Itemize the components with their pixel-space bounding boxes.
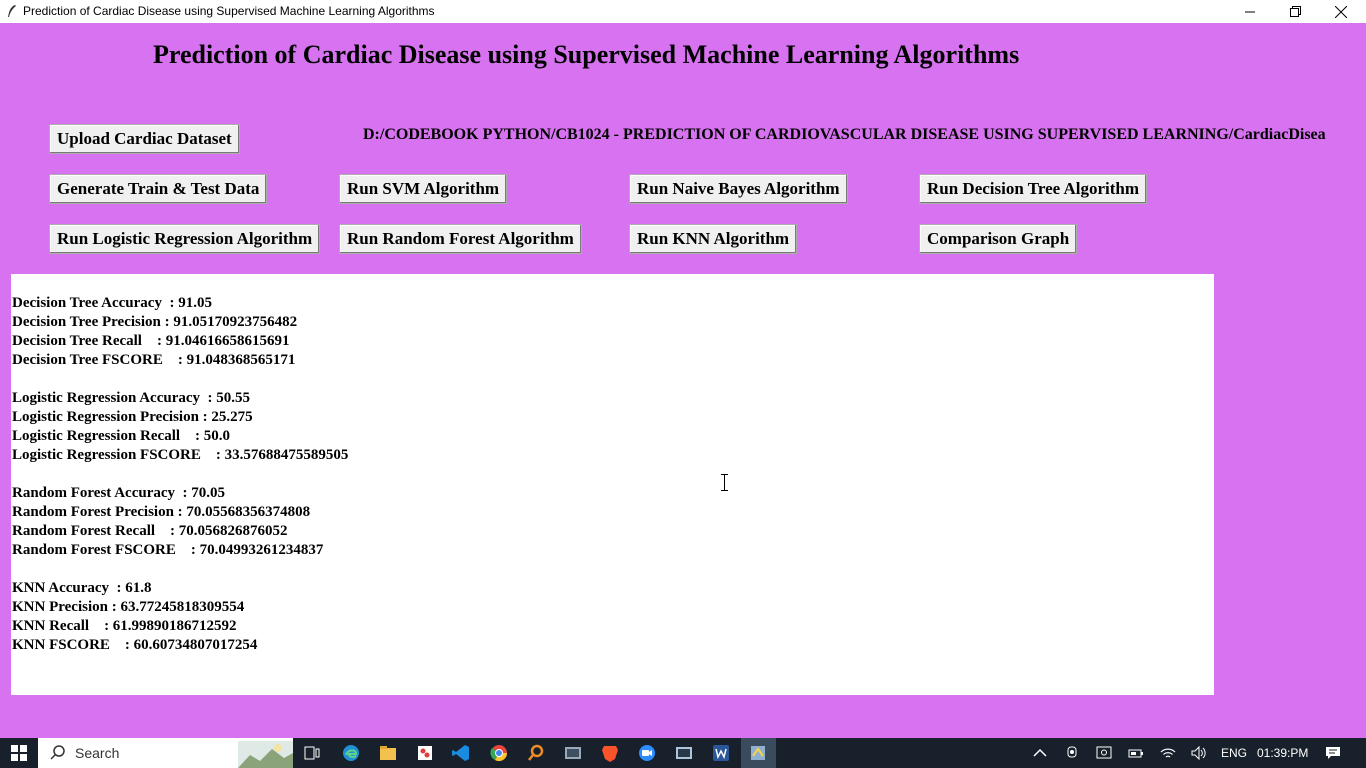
result-line: Random Forest FSCORE : 70.04993261234837 bbox=[12, 542, 324, 558]
search-highlight-art-icon bbox=[238, 741, 293, 768]
wifi-icon[interactable] bbox=[1160, 746, 1176, 760]
search-app-icon[interactable] bbox=[526, 743, 546, 763]
task-view-icon[interactable] bbox=[302, 743, 322, 763]
close-button[interactable] bbox=[1318, 0, 1364, 23]
chrome-icon[interactable] bbox=[489, 743, 509, 763]
run-knn-button[interactable]: Run KNN Algorithm bbox=[629, 224, 798, 254]
dataset-path-label: D:/CODEBOOK PYTHON/CB1024 - PREDICTION O… bbox=[363, 126, 1326, 143]
taskbar-search-box[interactable]: Search bbox=[38, 738, 293, 768]
result-line: Logistic Regression Precision : 25.275 bbox=[12, 409, 253, 425]
run-svm-button[interactable]: Run SVM Algorithm bbox=[339, 174, 508, 204]
result-line: Decision Tree Precision : 91.05170923756… bbox=[12, 314, 298, 330]
upload-dataset-button[interactable]: Upload Cardiac Dataset bbox=[49, 124, 240, 154]
app-icon[interactable] bbox=[563, 743, 583, 763]
run-random-forest-button[interactable]: Run Random Forest Algorithm bbox=[339, 224, 582, 254]
run-logistic-regression-button[interactable]: Run Logistic Regression Algorithm bbox=[49, 224, 321, 254]
app-icon[interactable] bbox=[674, 743, 694, 763]
result-line: Decision Tree Accuracy : 91.05 bbox=[12, 295, 212, 311]
battery-icon[interactable] bbox=[1128, 746, 1144, 760]
result-line: Random Forest Accuracy : 70.05 bbox=[12, 485, 226, 501]
feather-icon bbox=[8, 5, 16, 17]
word-icon[interactable] bbox=[711, 743, 731, 763]
result-line: Logistic Regression FSCORE : 33.57688475… bbox=[12, 447, 349, 463]
vscode-icon[interactable] bbox=[451, 743, 471, 763]
run-decision-tree-button[interactable]: Run Decision Tree Algorithm bbox=[919, 174, 1148, 204]
run-naive-bayes-button[interactable]: Run Naive Bayes Algorithm bbox=[629, 174, 848, 204]
generate-train-test-button[interactable]: Generate Train & Test Data bbox=[49, 174, 268, 204]
minimize-icon bbox=[1245, 11, 1255, 12]
page-title: Prediction of Cardiac Disease using Supe… bbox=[153, 40, 1020, 69]
taskbar: Search ENG 01:39:PM bbox=[0, 738, 1366, 768]
windows-logo-icon bbox=[11, 745, 27, 761]
text-cursor-icon bbox=[721, 474, 728, 491]
results-text-area[interactable]: Decision Tree Accuracy : 91.05 Decision … bbox=[11, 274, 1214, 695]
start-button[interactable] bbox=[0, 738, 38, 768]
python-icon[interactable] bbox=[748, 743, 768, 763]
notification-icon[interactable] bbox=[1325, 746, 1341, 760]
language-indicator[interactable]: ENG bbox=[1221, 738, 1247, 768]
search-placeholder: Search bbox=[75, 745, 120, 761]
result-line: KNN Accuracy : 61.8 bbox=[12, 580, 152, 596]
result-line: KNN Precision : 63.77245818309554 bbox=[12, 599, 245, 615]
window-title: Prediction of Cardiac Disease using Supe… bbox=[23, 4, 435, 18]
file-explorer-icon[interactable] bbox=[378, 743, 398, 763]
result-line: KNN FSCORE : 60.60734807017254 bbox=[12, 637, 258, 653]
maximize-icon bbox=[1289, 6, 1301, 17]
brave-icon[interactable] bbox=[600, 743, 620, 763]
close-icon bbox=[1335, 5, 1347, 18]
maximize-button[interactable] bbox=[1272, 0, 1318, 23]
result-line: KNN Recall : 61.99890186712592 bbox=[12, 618, 237, 634]
comparison-graph-button[interactable]: Comparison Graph bbox=[919, 224, 1078, 254]
result-line: Decision Tree Recall : 91.04616658615691 bbox=[12, 333, 290, 349]
volume-icon[interactable] bbox=[1191, 746, 1207, 760]
result-line: Logistic Regression Accuracy : 50.55 bbox=[12, 390, 251, 406]
app-icon[interactable] bbox=[415, 743, 435, 763]
display-settings-icon[interactable] bbox=[1096, 746, 1112, 760]
result-line: Random Forest Recall : 70.056826876052 bbox=[12, 523, 288, 539]
result-line: Logistic Regression Recall : 50.0 bbox=[12, 428, 231, 444]
edge-icon[interactable] bbox=[341, 743, 361, 763]
search-icon bbox=[50, 745, 65, 760]
window-title-bar: Prediction of Cardiac Disease using Supe… bbox=[0, 0, 1366, 23]
zoom-icon[interactable] bbox=[637, 743, 657, 763]
result-line: Random Forest Precision : 70.05568356374… bbox=[12, 504, 311, 520]
webcam-icon[interactable] bbox=[1064, 746, 1080, 760]
result-line: Decision Tree FSCORE : 91.048368565171 bbox=[12, 352, 296, 368]
clock[interactable]: 01:39:PM bbox=[1257, 738, 1308, 768]
minimize-button[interactable] bbox=[1227, 0, 1273, 23]
chevron-up-icon[interactable] bbox=[1032, 746, 1048, 760]
